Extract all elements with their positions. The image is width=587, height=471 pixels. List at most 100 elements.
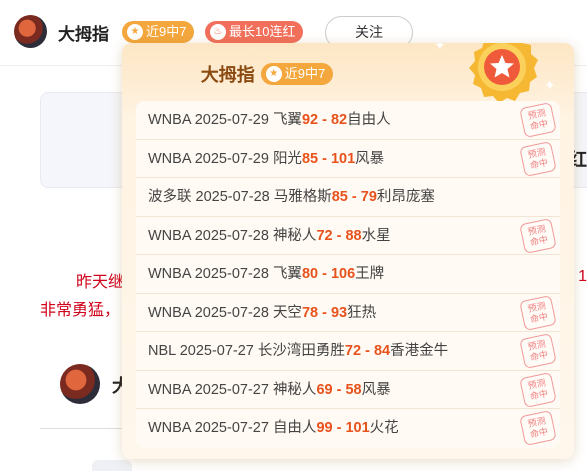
away-score: 88 (345, 227, 362, 244)
star-icon: ★ (127, 24, 143, 40)
score-separator: - (332, 227, 346, 244)
away-score: 58 (345, 381, 362, 398)
match-league: WNBA (148, 150, 191, 167)
home-team: 长沙湾田勇胜 (257, 343, 345, 359)
away-score: 84 (373, 343, 391, 359)
match-row[interactable]: WNBA 2025-07-29 阳光85 - 101风暴 预测 命中 (136, 140, 560, 178)
bottom-chip (92, 460, 132, 471)
prediction-hit-stamp-icon: 预测 命中 (519, 410, 557, 446)
user-avatar[interactable] (14, 15, 47, 48)
away-team: 狂热 (347, 304, 377, 321)
home-score: 80 (301, 266, 319, 282)
record-popup: ✦ ✦ 大拇指 ★ 近9中7 WNBA 2025-07-29 飞翼92 - 82自由… (122, 43, 574, 459)
prediction-hit-stamp-icon: 预测 命中 (519, 102, 557, 138)
match-date: 2025-07-28 (195, 189, 270, 205)
post-text-right-fragment: 1 (578, 268, 587, 285)
match-date: 2025-07-29 (194, 150, 269, 167)
prediction-hit-stamp-icon: 预测 命中 (519, 333, 557, 369)
score-separator: - (318, 304, 331, 321)
home-team: 神秘人 (272, 227, 317, 244)
match-row[interactable]: WNBA 2025-07-27 神秘人69 - 58风暴 预测 命中 (136, 371, 560, 409)
user-name[interactable]: 大拇指 (58, 20, 109, 45)
match-row[interactable]: WNBA 2025-07-28 神秘人72 - 88水星 预测 命中 (136, 217, 560, 255)
match-date: 2025-07-27 (194, 420, 269, 436)
home-score: 92 (301, 112, 319, 128)
popup-streak-badge: ★ 近9中7 (260, 63, 334, 85)
score-separator: - (318, 266, 331, 282)
streak-badge[interactable]: ★ 近9中7 (122, 21, 195, 43)
away-team: 自由人 (347, 112, 391, 128)
score-separator: - (332, 420, 346, 436)
home-team: 神秘人 (272, 381, 317, 398)
score-separator: - (361, 343, 374, 359)
prediction-hit-stamp-icon: 预测 命中 (519, 294, 557, 331)
match-league: WNBA (148, 112, 191, 128)
prediction-hit-stamp-icon: 预测 命中 (519, 371, 557, 408)
stamp-label-bottom: 命中 (529, 349, 549, 363)
away-score: 101 (330, 150, 356, 167)
home-score: 85 (331, 189, 348, 205)
home-team: 马雅格斯 (273, 189, 332, 205)
home-score: 99 (316, 420, 333, 436)
popup-streak-label: 近9中7 (284, 66, 326, 81)
match-league: WNBA (148, 381, 191, 398)
match-league: WNBA (148, 420, 191, 436)
match-row[interactable]: WNBA 2025-07-27 自由人99 - 101火花 预测 命中 (136, 409, 560, 448)
home-team: 自由人 (272, 420, 317, 436)
match-row[interactable]: NBL 2025-07-27 长沙湾田勇胜72 - 84香港金牛 预测 命中 (136, 332, 560, 371)
home-score: 69 (316, 381, 333, 398)
away-team: 火花 (369, 420, 399, 436)
away-team: 风暴 (361, 381, 391, 398)
match-league: 波多联 (148, 189, 192, 205)
comment-avatar[interactable] (60, 364, 100, 404)
match-row[interactable]: 波多联 2025-07-28 马雅格斯85 - 79利昂庞塞 (136, 178, 560, 217)
score-separator: - (318, 150, 331, 167)
star-icon: ★ (265, 66, 282, 82)
max-streak-label: 最长10连红 (229, 24, 296, 39)
home-score: 72 (344, 343, 362, 359)
away-score: 101 (345, 420, 370, 436)
medal-star-icon (469, 43, 538, 103)
away-team: 利昂庞塞 (376, 189, 435, 205)
match-date: 2025-07-27 (194, 381, 269, 398)
max-streak-badge[interactable]: ♨ 最长10连红 (205, 21, 304, 43)
match-league: WNBA (148, 304, 191, 321)
prediction-hit-stamp-icon: 预测 命中 (519, 217, 557, 254)
stamp-label-bottom: 命中 (529, 426, 549, 440)
streak-badge-label: 近9中7 (146, 24, 187, 39)
match-row[interactable]: WNBA 2025-07-28 飞翼80 - 106王牌 (136, 255, 560, 294)
stamp-label-bottom: 命中 (529, 118, 549, 132)
post-text-line-2: 非常勇猛， (40, 302, 121, 319)
match-league: WNBA (148, 227, 191, 244)
home-score: 85 (301, 150, 319, 167)
home-team: 天空 (272, 304, 302, 321)
match-date: 2025-07-29 (194, 112, 269, 128)
away-score: 82 (330, 112, 348, 128)
away-team: 香港金牛 (390, 343, 449, 359)
away-score: 106 (330, 266, 356, 282)
sparkle-icon: ✦ (544, 77, 556, 93)
match-date: 2025-07-28 (194, 304, 269, 321)
away-score: 93 (330, 304, 348, 321)
sparkle-icon: ✦ (434, 43, 446, 53)
popup-title: 大拇指 (200, 65, 255, 85)
match-row[interactable]: WNBA 2025-07-28 天空78 - 93狂热 预测 命中 (136, 294, 560, 332)
score-separator: - (318, 112, 331, 128)
match-league: NBL (148, 343, 176, 359)
post-text-line-1: 昨天继 (76, 274, 125, 291)
home-score: 72 (316, 227, 333, 244)
home-team: 阳光 (272, 150, 302, 167)
away-team: 水星 (361, 227, 391, 244)
away-team: 风暴 (355, 150, 385, 167)
match-date: 2025-07-27 (179, 343, 254, 359)
score-separator: - (347, 189, 361, 205)
home-team: 飞翼 (272, 266, 302, 282)
home-score: 78 (301, 304, 319, 321)
match-date: 2025-07-28 (194, 266, 269, 282)
flame-icon: ♨ (210, 24, 226, 40)
prediction-hit-stamp-icon: 预测 命中 (519, 140, 557, 177)
home-team: 飞翼 (272, 112, 302, 128)
match-row[interactable]: WNBA 2025-07-29 飞翼92 - 82自由人 预测 命中 (136, 101, 560, 140)
score-separator: - (332, 381, 346, 398)
away-score: 79 (360, 189, 377, 205)
